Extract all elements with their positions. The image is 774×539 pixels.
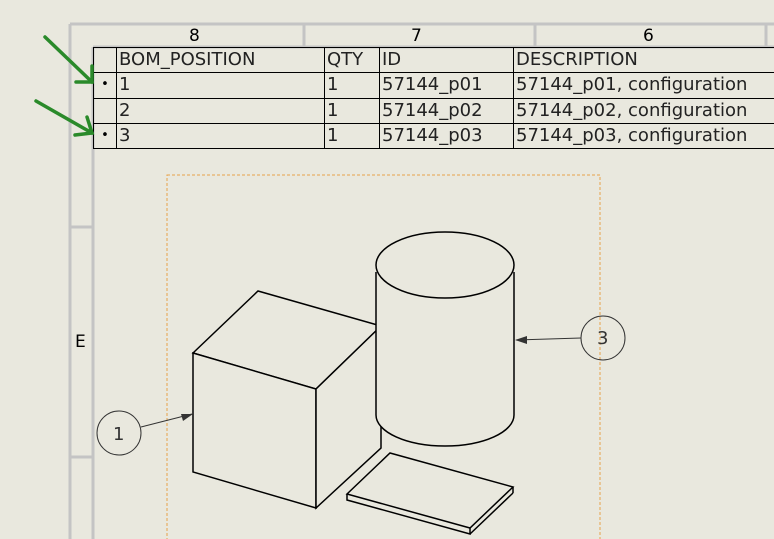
row-selector-marker[interactable] bbox=[93, 97, 117, 124]
zone-label-8: 8 bbox=[189, 26, 200, 46]
bom-cell-position[interactable]: 3 bbox=[116, 122, 325, 150]
bom-cell-position[interactable]: 1 bbox=[116, 72, 325, 99]
bom-cell-id[interactable]: 57144_p03 bbox=[379, 122, 514, 150]
bom-cell-qty[interactable]: 1 bbox=[324, 97, 380, 124]
row-selector-marker[interactable]: • bbox=[93, 122, 117, 150]
drawing-sheet[interactable]: 8 7 6 E BOM_POSITION QTY ID DESCRIPTION … bbox=[0, 0, 774, 539]
table-row[interactable]: 2 1 57144_p02 57144_p02, configuration bbox=[93, 97, 774, 124]
bom-header-description[interactable]: DESCRIPTION bbox=[513, 46, 774, 74]
zone-label-e: E bbox=[75, 332, 86, 352]
bom-cell-position[interactable]: 2 bbox=[116, 97, 325, 124]
bom-cell-id[interactable]: 57144_p01 bbox=[379, 72, 514, 99]
bom-cell-qty[interactable]: 1 bbox=[324, 122, 380, 150]
table-row[interactable]: • 3 1 57144_p03 57144_p03, configuration bbox=[93, 122, 774, 150]
bom-cell-description[interactable]: 57144_p02, configuration bbox=[513, 97, 774, 124]
bom-table[interactable]: BOM_POSITION QTY ID DESCRIPTION • 1 1 57… bbox=[93, 46, 774, 150]
row-selector-header[interactable] bbox=[93, 46, 117, 74]
bom-header-position[interactable]: BOM_POSITION bbox=[116, 46, 325, 74]
balloon-1-label: 1 bbox=[113, 424, 125, 445]
row-selector-marker[interactable]: • bbox=[93, 72, 117, 99]
zone-label-7: 7 bbox=[411, 26, 422, 46]
bom-cell-description[interactable]: 57144_p01, configuration bbox=[513, 72, 774, 99]
bom-cell-id[interactable]: 57144_p02 bbox=[379, 97, 514, 124]
zone-label-6: 6 bbox=[643, 26, 654, 46]
table-row[interactable]: • 1 1 57144_p01 57144_p01, configuration bbox=[93, 72, 774, 99]
bom-cell-description[interactable]: 57144_p03, configuration bbox=[513, 122, 774, 150]
bom-header-qty[interactable]: QTY bbox=[324, 46, 380, 74]
bom-header-id[interactable]: ID bbox=[379, 46, 514, 74]
bom-header-row[interactable]: BOM_POSITION QTY ID DESCRIPTION bbox=[93, 46, 774, 74]
bom-cell-qty[interactable]: 1 bbox=[324, 72, 380, 99]
balloon-3-label: 3 bbox=[597, 328, 609, 349]
